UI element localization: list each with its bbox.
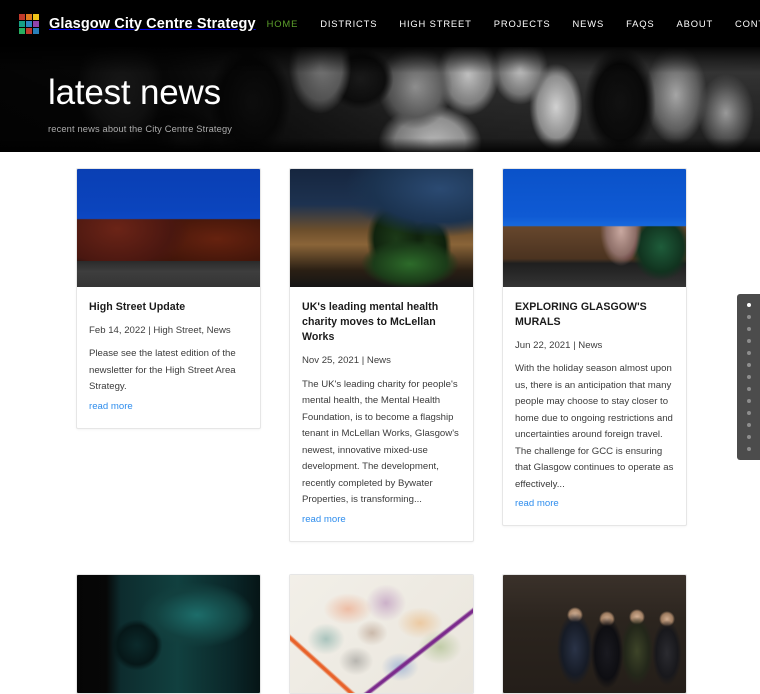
nav-item-contact[interactable]: CONTACT [724, 18, 760, 29]
news-card-title[interactable]: UK's leading mental health charity moves… [302, 300, 461, 345]
news-card-meta: Jun 22, 2021 | News [515, 340, 603, 352]
dot-nav-item-13[interactable] [746, 447, 751, 451]
news-card[interactable] [502, 573, 687, 694]
logo-square-9 [33, 27, 39, 34]
dot-nav-item-12[interactable] [746, 435, 751, 439]
dot-nav-item-4[interactable] [746, 339, 751, 343]
news-card-body: UK's leading mental health charity moves… [290, 287, 473, 541]
hero-copy: latest news recent news about the City C… [48, 75, 232, 134]
news-row-2 [0, 573, 760, 694]
news-card[interactable] [289, 573, 474, 694]
page-subtitle: recent news about the City Centre Strate… [48, 123, 233, 134]
worlds-kinetic-sculpture-installation-poster[interactable] [77, 574, 260, 693]
news-card[interactable]: High Street Update Feb 14, 2022 | High St… [76, 168, 261, 429]
read-more-link[interactable]: read more [89, 401, 133, 412]
nav-item-projects[interactable]: PROJECTS [483, 18, 562, 29]
read-more-link[interactable]: read more [302, 514, 346, 525]
logo-grid-icon [19, 13, 39, 34]
brand-logo-link[interactable]: Glasgow City Centre Strategy [19, 13, 256, 34]
news-row-1: High Street Update Feb 14, 2022 | High St… [0, 168, 760, 542]
hero-overlay-bottom [0, 138, 760, 152]
dot-nav-item-6[interactable] [746, 363, 751, 367]
dot-nav-item-7[interactable] [746, 375, 751, 379]
logo-square-3 [33, 13, 39, 20]
news-card[interactable]: EXPLORING GLASGOW'S MURALS Jun 22, 2021 |… [502, 168, 687, 527]
nav-item-faqs[interactable]: FAQS [615, 18, 665, 29]
mclellan-works-sauchiehall-street-dusk[interactable] [290, 169, 473, 287]
high-street-red-sandstone-buildings[interactable] [77, 169, 260, 287]
glasgow-mural-gable-wall[interactable] [503, 169, 686, 287]
news-card-body: High Street Update Feb 14, 2022 | High St… [77, 287, 260, 428]
logo-square-1 [19, 13, 25, 20]
news-card-body: EXPLORING GLASGOW'S MURALS Jun 22, 2021 |… [503, 287, 686, 525]
news-card-excerpt: With the holiday season almost upon us, … [515, 363, 674, 490]
page-title: latest news [48, 73, 221, 112]
news-card[interactable]: UK's leading mental health charity moves… [289, 168, 474, 542]
hero-banner: latest news recent news about the City C… [0, 47, 760, 152]
dot-nav-item-2[interactable] [746, 315, 751, 319]
nav-item-news[interactable]: NEWS [562, 18, 616, 29]
news-card-meta: Feb 14, 2022 | High Street, News [89, 325, 231, 337]
news-card-meta: Nov 25, 2021 | News [302, 355, 391, 367]
city-centre-districts-map[interactable] [290, 574, 473, 693]
dot-nav-item-1[interactable] [746, 303, 751, 307]
logo-square-7 [19, 27, 25, 34]
nav-item-about[interactable]: ABOUT [665, 18, 724, 29]
main-navigation: HOME DISTRICTS HIGH STREET PROJECTS NEWS FAQS… [256, 11, 760, 37]
logo-square-8 [26, 27, 32, 34]
nav-item-high-street[interactable]: HIGH STREET [388, 18, 482, 29]
dot-nav-item-3[interactable] [746, 327, 751, 331]
logo-square-5 [26, 20, 32, 27]
logo-square-2 [26, 13, 32, 20]
brand-name: Glasgow City Centre Strategy [49, 15, 256, 32]
logo-square-4 [19, 20, 25, 27]
nav-item-home[interactable]: HOME [256, 18, 310, 29]
logo-square-6 [33, 20, 39, 27]
news-card-excerpt: Please see the latest edition of the new… [89, 348, 236, 393]
news-card-title[interactable]: High Street Update [89, 300, 248, 315]
news-card-excerpt: The UK's leading charity for people's me… [302, 378, 459, 506]
dot-nav-item-11[interactable] [746, 423, 751, 427]
hero-overlay-top [0, 47, 760, 73]
news-card[interactable] [76, 573, 261, 694]
news-grid: High Street Update Feb 14, 2022 | High St… [0, 152, 760, 694]
news-card-title[interactable]: EXPLORING GLASGOW'S MURALS [515, 300, 674, 330]
group-photo-four-people[interactable] [503, 574, 686, 693]
section-dot-navigation[interactable] [737, 294, 760, 460]
dot-nav-item-5[interactable] [746, 351, 751, 355]
dot-nav-item-9[interactable] [746, 399, 751, 403]
nav-item-districts[interactable]: DISTRICTS [309, 18, 388, 29]
dot-nav-item-8[interactable] [746, 387, 751, 391]
dot-nav-item-10[interactable] [746, 411, 751, 415]
read-more-link[interactable]: read more [515, 498, 559, 509]
site-header: Glasgow City Centre Strategy HOME DISTRIC… [0, 0, 760, 47]
